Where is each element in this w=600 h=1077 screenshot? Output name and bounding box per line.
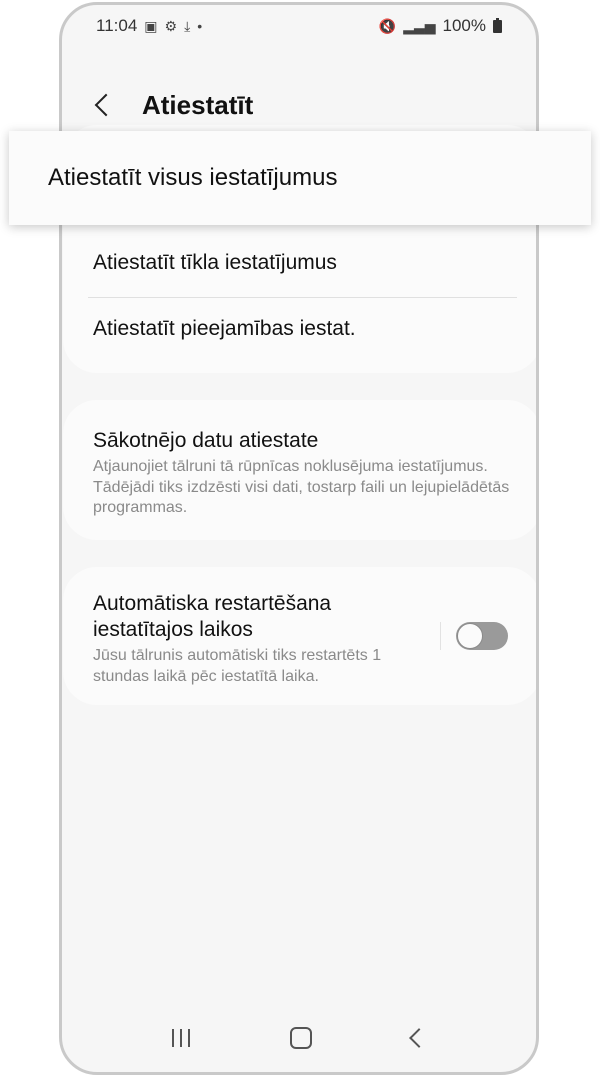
toggle-knob	[457, 623, 483, 649]
back-arrow-icon[interactable]	[94, 93, 118, 117]
navigation-bar	[62, 1016, 536, 1060]
auto-restart-toggle[interactable]	[456, 622, 508, 650]
download-icon: ⤓	[184, 18, 191, 34]
factory-reset-item[interactable]: Sākotnējo datu atiestate Atjaunojiet tāl…	[63, 400, 536, 540]
recent-apps-icon[interactable]	[172, 1029, 190, 1047]
auto-restart-title: Automātiska restartēšana iestatītajos la…	[93, 592, 332, 641]
signal-icon: ▂▃▅	[403, 18, 436, 34]
auto-restart-item[interactable]: Automātiska restartēšana iestatītajos la…	[63, 567, 536, 705]
factory-reset-description: Atjaunojiet tālruni tā rūpnīcas noklusēj…	[93, 458, 510, 516]
nav-back-icon[interactable]	[409, 1028, 429, 1048]
factory-reset-title: Sākotnējo datu atiestate	[93, 429, 319, 452]
page-title: Atiestatīt	[142, 89, 254, 120]
divider	[88, 297, 517, 298]
home-icon[interactable]	[290, 1027, 312, 1049]
reset-all-settings-item[interactable]: Atiestatīt visus iestatījumus	[9, 131, 591, 225]
reset-all-settings-label: Atiestatīt visus iestatījumus	[48, 164, 338, 191]
vertical-divider	[440, 622, 441, 650]
reset-accessibility-settings-item[interactable]: Atiestatīt pieejamības iestat.	[93, 317, 517, 341]
page-header: Atiestatīt	[92, 85, 253, 125]
mute-vibrate-icon: 🔇	[378, 18, 397, 34]
status-time: 11:04	[96, 16, 138, 35]
settings-icon: ⚙	[164, 18, 178, 34]
gallery-icon: ▣	[144, 18, 158, 34]
battery-percentage: 100%	[442, 16, 486, 35]
battery-icon	[493, 17, 502, 33]
dot-icon: •	[197, 18, 203, 34]
reset-network-settings-item[interactable]: Atiestatīt tīkla iestatījumus	[93, 251, 517, 275]
status-bar: 11:04 ▣ ⚙ ⤓ • 🔇 ▂▃▅ 100%	[96, 15, 502, 37]
auto-restart-description: Jūsu tālrunis automātiski tiks restartēt…	[93, 647, 382, 685]
